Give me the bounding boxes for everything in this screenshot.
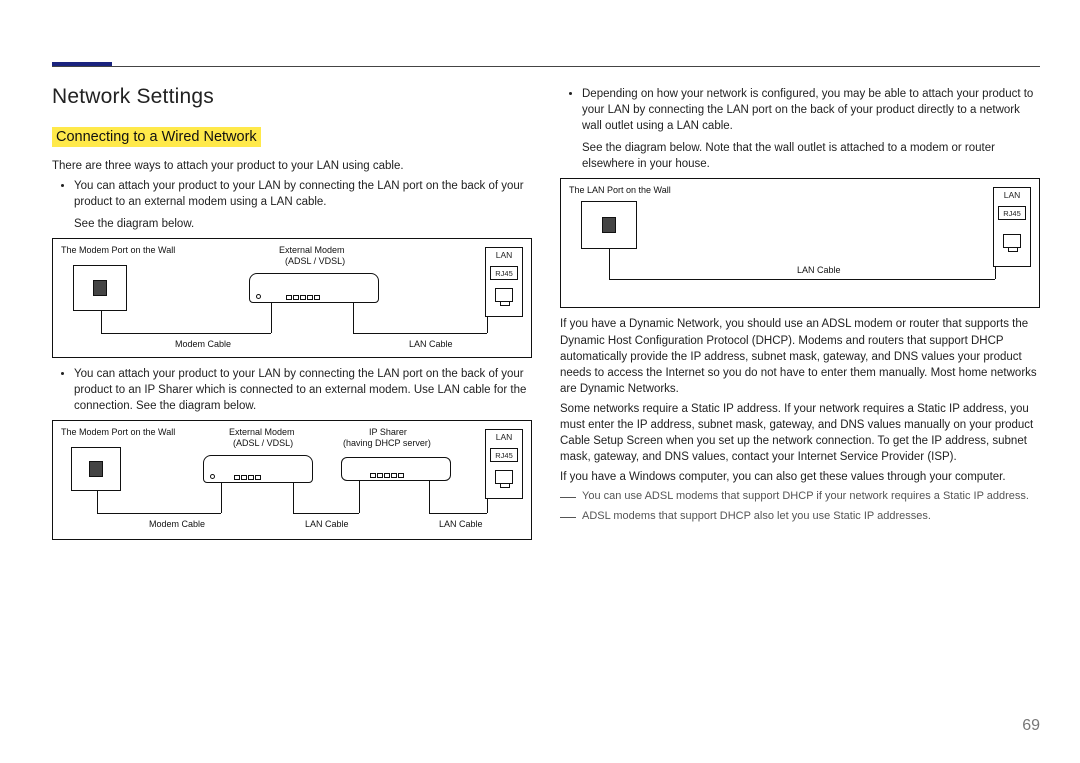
lan-label: LAN: [486, 432, 522, 444]
label-lan-cable: LAN Cable: [439, 519, 483, 529]
label-external-modem: External Modem: [229, 427, 295, 437]
paragraph: If you have a Dynamic Network, you shoul…: [560, 316, 1040, 396]
rj45-icon: [1003, 234, 1021, 248]
cable-icon: [221, 483, 222, 513]
label-external-modem: External Modem: [279, 245, 345, 255]
lan-label: LAN: [486, 250, 522, 262]
modem-icon: [249, 273, 379, 303]
lan-card-icon: LAN RJ45: [485, 247, 523, 317]
wall-plate-icon: [581, 201, 637, 249]
label-modem-port-wall: The Modem Port on the Wall: [61, 427, 175, 437]
cable-icon: [353, 333, 487, 334]
cable-icon: [97, 491, 98, 513]
label-modem-port-wall: The Modem Port on the Wall: [61, 245, 175, 255]
diagram-2: The Modem Port on the Wall External Mode…: [52, 420, 532, 540]
modem-ports-icon: [286, 295, 320, 300]
wall-plate-icon: [73, 265, 127, 311]
cable-icon: [101, 311, 102, 333]
left-column: Network Settings Connecting to a Wired N…: [52, 82, 532, 548]
diagram-1: The Modem Port on the Wall External Mode…: [52, 238, 532, 358]
footnote: ADSL modems that support DHCP also let y…: [560, 509, 1040, 524]
modem-led-icon: [256, 294, 261, 299]
label-modem-cable: Modem Cable: [175, 339, 231, 349]
cable-icon: [271, 303, 272, 333]
bullet-list-3: Depending on how your network is configu…: [582, 86, 1040, 134]
cable-icon: [429, 481, 430, 513]
highlight: Connecting to a Wired Network: [52, 127, 261, 147]
modem-ports-icon: [234, 475, 261, 480]
cable-icon: [487, 499, 488, 513]
section-heading: Connecting to a Wired Network: [52, 127, 532, 147]
bullet-item: You can attach your product to your LAN …: [74, 366, 532, 414]
bullet-list-1: You can attach your product to your LAN …: [74, 178, 532, 210]
modem-icon: [203, 455, 313, 483]
horizontal-rule: [52, 66, 1040, 67]
footnote: You can use ADSL modems that support DHC…: [560, 489, 1040, 504]
cable-icon: [293, 483, 294, 513]
label-ip-sharer: IP Sharer: [369, 427, 407, 437]
cable-icon: [995, 267, 996, 279]
cable-icon: [293, 513, 359, 514]
bullet-sub: See the diagram below. Note that the wal…: [582, 140, 1040, 172]
bullet-item: You can attach your product to your LAN …: [74, 178, 532, 210]
label-dhcp-server: (having DHCP server): [343, 438, 431, 448]
rj45-icon: [495, 288, 513, 302]
dash-icon: [560, 497, 576, 504]
label-modem-cable: Modem Cable: [149, 519, 205, 529]
router-ports-icon: [370, 473, 404, 478]
modem-led-icon: [210, 474, 215, 479]
paragraph: Some networks require a Static IP addres…: [560, 401, 1040, 465]
diagram-3: The LAN Port on the Wall LAN RJ45 LAN Ca…: [560, 178, 1040, 308]
label-lan-cable: LAN Cable: [797, 265, 841, 275]
footnote-text: You can use ADSL modems that support DHC…: [582, 489, 1040, 504]
lan-card-icon: LAN RJ45: [485, 429, 523, 499]
paragraph: If you have a Windows computer, you can …: [560, 469, 1040, 485]
label-adsl-vdsl: (ADSL / VDSL): [233, 438, 293, 448]
bullet-list-2: You can attach your product to your LAN …: [74, 366, 532, 414]
label-lan-cable: LAN Cable: [305, 519, 349, 529]
cable-icon: [487, 317, 488, 333]
cable-icon: [429, 513, 487, 514]
cable-icon: [101, 333, 271, 334]
page-title: Network Settings: [52, 82, 532, 111]
label-lan-port-wall: The LAN Port on the Wall: [569, 185, 671, 195]
intro-text: There are three ways to attach your prod…: [52, 158, 532, 174]
label-lan-cable: LAN Cable: [409, 339, 453, 349]
two-column-layout: Network Settings Connecting to a Wired N…: [52, 82, 1040, 548]
router-icon: [341, 457, 451, 481]
bullet-sub: See the diagram below.: [74, 216, 532, 232]
wall-plate-icon: [71, 447, 121, 491]
rj45-icon: [495, 470, 513, 484]
rj45-label: RJ45: [490, 266, 518, 280]
cable-icon: [609, 249, 610, 279]
cable-icon: [359, 481, 360, 513]
footnote-text: ADSL modems that support DHCP also let y…: [582, 509, 1040, 524]
cable-icon: [97, 513, 221, 514]
lan-label: LAN: [994, 190, 1030, 202]
cable-icon: [353, 303, 354, 333]
lan-card-icon: LAN RJ45: [993, 187, 1031, 267]
cable-icon: [609, 279, 995, 280]
dash-icon: [560, 517, 576, 524]
page-number: 69: [1022, 717, 1040, 735]
rj45-label: RJ45: [998, 206, 1026, 220]
right-column: Depending on how your network is configu…: [560, 82, 1040, 548]
page: Network Settings Connecting to a Wired N…: [0, 0, 1080, 763]
bullet-item: Depending on how your network is configu…: [582, 86, 1040, 134]
label-adsl-vdsl: (ADSL / VDSL): [285, 256, 345, 266]
rj45-label: RJ45: [490, 448, 518, 462]
